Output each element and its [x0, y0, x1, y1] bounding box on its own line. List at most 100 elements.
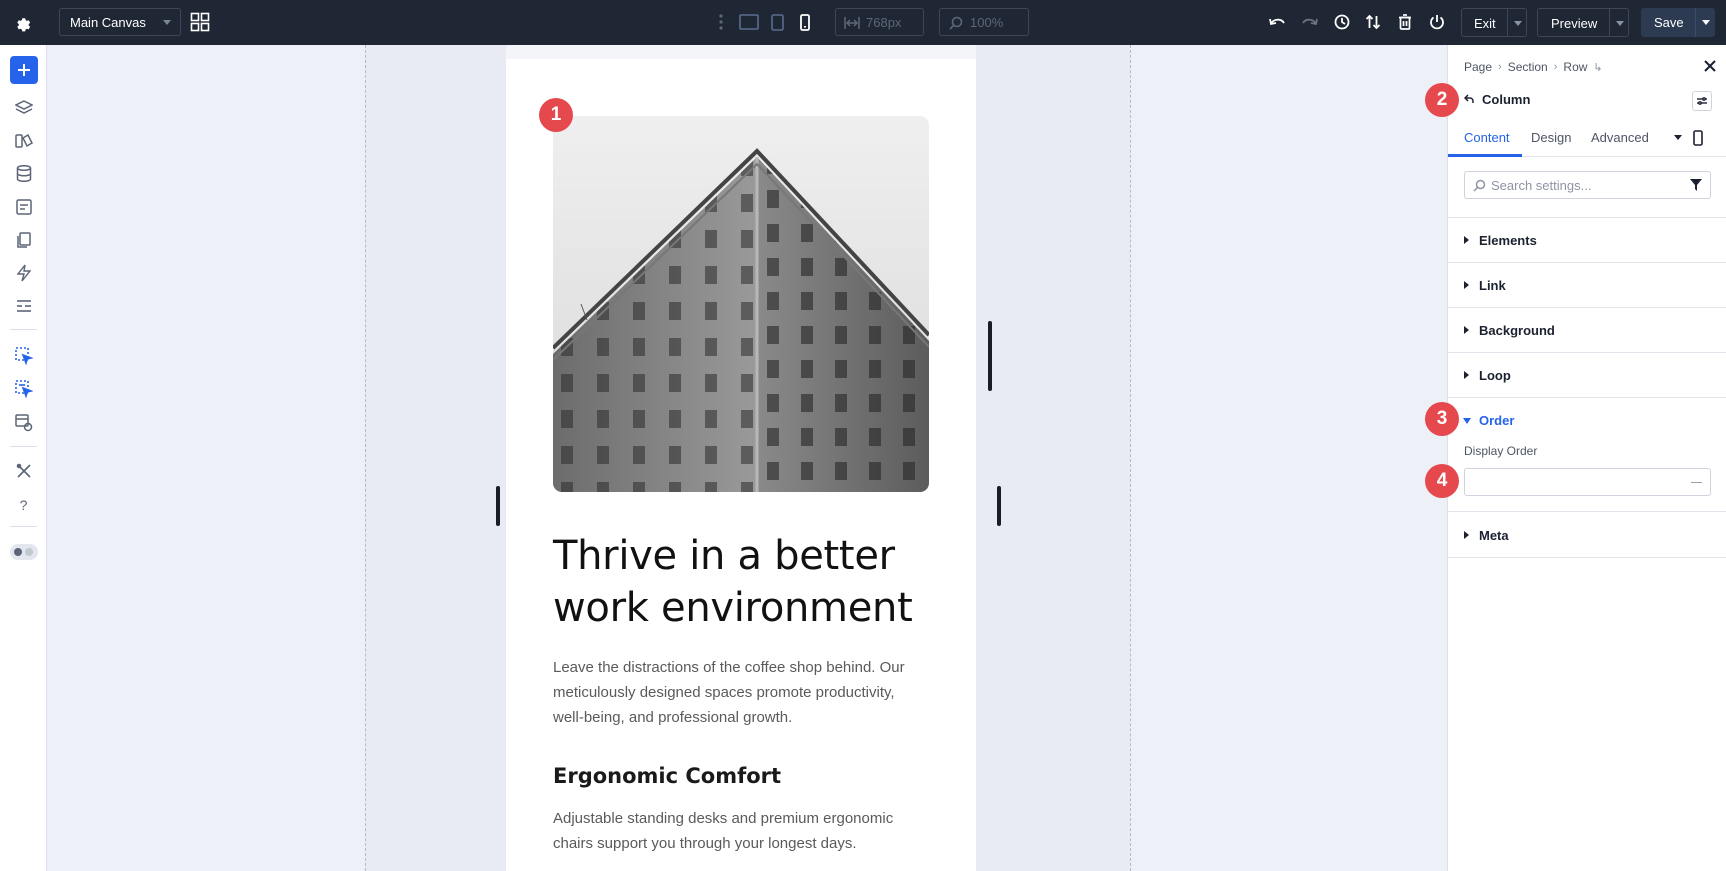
- chevron-down-icon[interactable]: [1702, 20, 1710, 25]
- tab-design[interactable]: Design: [1531, 130, 1571, 145]
- caret-down-icon: [1463, 418, 1471, 424]
- search-settings-input[interactable]: Search settings...: [1464, 171, 1711, 199]
- power-icon[interactable]: [1426, 11, 1448, 33]
- sidebar-divider: [10, 446, 37, 447]
- chevron-down-icon[interactable]: [1616, 21, 1624, 26]
- page-column[interactable]: Thrive in a better work environment Leav…: [506, 45, 976, 871]
- multi-select-icon[interactable]: [11, 376, 36, 401]
- step-marker-3: 3: [1425, 402, 1459, 436]
- preview-settings-icon[interactable]: [11, 410, 36, 435]
- hero-paragraph[interactable]: Leave the distractions of the coffee sho…: [553, 655, 923, 730]
- width-arrows-icon: [844, 16, 860, 33]
- section-order[interactable]: Order: [1448, 398, 1726, 441]
- add-element-button[interactable]: [10, 56, 38, 84]
- canvas-select-label: Main Canvas: [70, 14, 146, 30]
- tab-content[interactable]: Content: [1464, 130, 1510, 145]
- resize-handle[interactable]: [988, 321, 992, 391]
- top-toolbar: Main Canvas 768px 100% Exit Preview Save: [0, 0, 1726, 45]
- save-button[interactable]: Save: [1641, 8, 1715, 37]
- close-icon[interactable]: [1703, 59, 1719, 75]
- breadcrumb-section[interactable]: Section: [1508, 60, 1548, 74]
- chevron-right-icon: ›: [1553, 61, 1558, 73]
- display-order-input[interactable]: [1464, 468, 1711, 496]
- minus-icon: [1691, 482, 1702, 483]
- canvas-guide-line: [365, 45, 366, 871]
- interactions-bolt-icon[interactable]: [11, 260, 36, 285]
- save-label: Save: [1654, 15, 1684, 30]
- theme-toggle[interactable]: [10, 544, 38, 560]
- filter-icon[interactable]: [1690, 179, 1702, 194]
- chevron-down-icon[interactable]: [1514, 21, 1522, 26]
- zoom-icon: [949, 16, 963, 33]
- undo-icon[interactable]: [1266, 11, 1288, 33]
- breadcrumb-row[interactable]: Row: [1563, 60, 1587, 74]
- building-image[interactable]: [553, 116, 929, 492]
- breadcrumb-page[interactable]: Page: [1464, 60, 1492, 74]
- settings-gear-icon[interactable]: [10, 11, 34, 35]
- section-label: Link: [1479, 278, 1506, 293]
- select-element-icon[interactable]: [11, 343, 36, 368]
- tools-icon[interactable]: [11, 458, 36, 483]
- caret-right-icon: [1464, 281, 1469, 289]
- preview-label: Preview: [1551, 16, 1598, 31]
- zoom-value: 100%: [970, 14, 1004, 30]
- layout-toggle-icon[interactable]: [1692, 91, 1712, 111]
- feature-paragraph[interactable]: Adjustable standing desks and premium er…: [553, 806, 923, 856]
- search-placeholder: Search settings...: [1491, 177, 1592, 193]
- chevron-down-icon[interactable]: [1674, 135, 1682, 140]
- settings-panel: Page › Section › Row ↳ Column Content De…: [1447, 45, 1726, 871]
- desktop-view-icon[interactable]: [738, 12, 760, 32]
- forms-icon[interactable]: [11, 194, 36, 219]
- section-link[interactable]: Link: [1448, 263, 1726, 308]
- canvas-width-value: 768px: [866, 14, 902, 30]
- chevron-right-icon: ›: [1498, 61, 1502, 73]
- trash-icon[interactable]: [1394, 11, 1416, 33]
- exit-button[interactable]: Exit: [1461, 8, 1527, 37]
- global-styles-icon[interactable]: [11, 293, 36, 318]
- section-loop[interactable]: Loop: [1448, 353, 1726, 398]
- help-icon[interactable]: ?: [11, 492, 36, 517]
- section-label: Elements: [1479, 233, 1537, 248]
- layers-icon[interactable]: [11, 95, 36, 120]
- enter-arrow-icon: ↳: [1593, 61, 1603, 74]
- tab-advanced[interactable]: Advanced: [1591, 130, 1649, 145]
- exit-label: Exit: [1474, 16, 1496, 31]
- toggle-knob: [25, 548, 33, 556]
- grid-layout-icon[interactable]: [190, 12, 210, 32]
- hero-heading[interactable]: Thrive in a better work environment: [553, 530, 923, 634]
- back-arrow-icon[interactable]: [1463, 92, 1474, 107]
- resize-handle[interactable]: [997, 486, 1001, 526]
- section-elements[interactable]: Elements: [1448, 218, 1726, 263]
- preview-button[interactable]: Preview: [1537, 8, 1629, 37]
- feature-heading[interactable]: Ergonomic Comfort: [553, 762, 923, 790]
- resize-handle[interactable]: [496, 486, 500, 526]
- step-marker-1: 1: [539, 98, 573, 132]
- phone-view-icon[interactable]: [796, 12, 814, 32]
- tablet-view-icon[interactable]: [768, 12, 786, 32]
- active-tab-indicator: [1448, 154, 1522, 157]
- preview-divider: [1609, 9, 1610, 36]
- design-library-icon[interactable]: [11, 128, 36, 153]
- builder-canvas[interactable]: Thrive in a better work environment Leav…: [47, 45, 1447, 871]
- sidebar-divider: [10, 329, 37, 330]
- section-background[interactable]: Background: [1448, 308, 1726, 353]
- canvas-select[interactable]: Main Canvas: [59, 8, 181, 36]
- pages-icon[interactable]: [11, 227, 36, 252]
- breadcrumb: Page › Section › Row ↳: [1464, 60, 1603, 74]
- chevron-down-icon: [163, 20, 171, 25]
- more-vertical-icon[interactable]: [716, 12, 726, 32]
- redo-icon[interactable]: [1299, 11, 1321, 33]
- sort-arrows-icon[interactable]: [1362, 11, 1384, 33]
- element-title: Column: [1463, 92, 1530, 107]
- zoom-field[interactable]: 100%: [939, 8, 1029, 36]
- database-icon[interactable]: [11, 161, 36, 186]
- history-clock-icon[interactable]: [1331, 11, 1353, 33]
- toggle-knob: [14, 548, 22, 556]
- section-meta[interactable]: Meta: [1448, 513, 1726, 558]
- step-marker-2: 2: [1425, 83, 1459, 117]
- phone-view-icon[interactable]: [1693, 130, 1707, 148]
- canvas-width-field[interactable]: 768px: [835, 8, 924, 36]
- left-sidebar: ?: [0, 45, 47, 871]
- settings-tabs: Content Design Advanced: [1448, 125, 1726, 157]
- section-label: Order: [1479, 413, 1515, 428]
